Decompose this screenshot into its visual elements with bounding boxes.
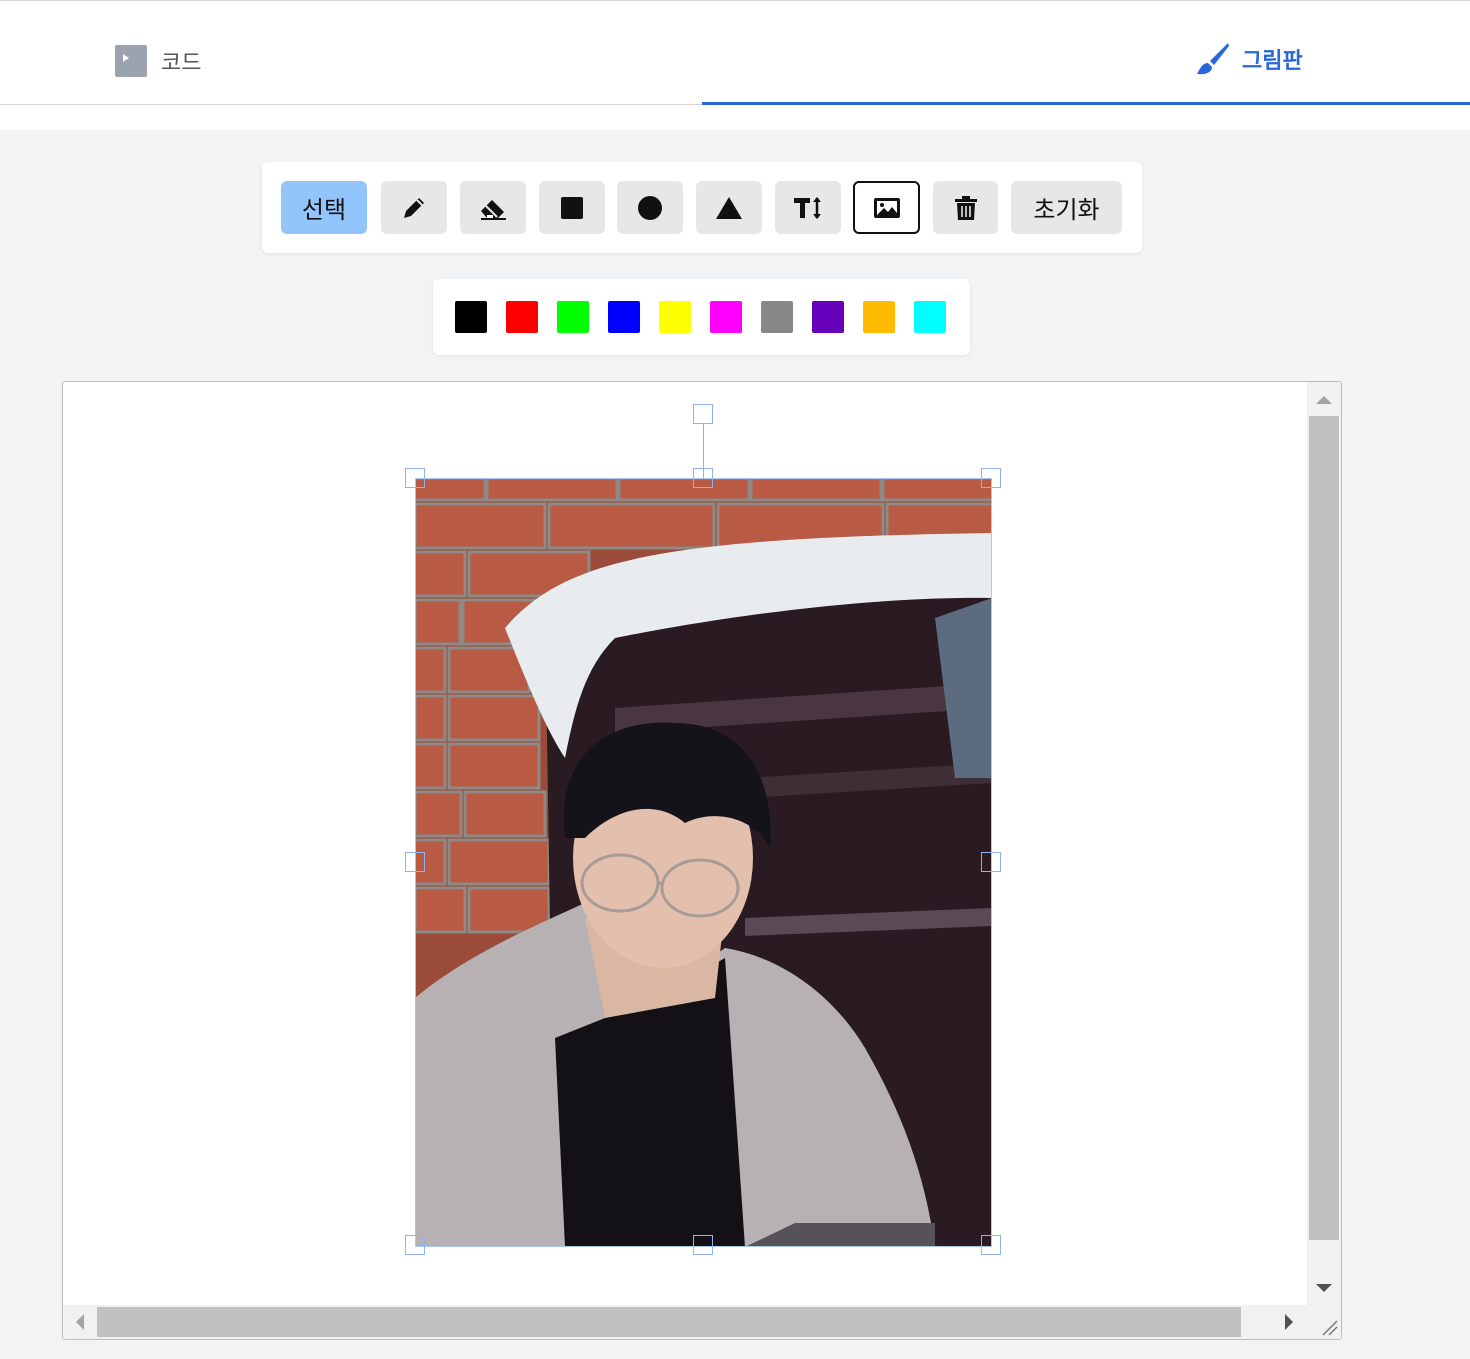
color-swatch[interactable] <box>608 301 640 333</box>
color-swatch[interactable] <box>506 301 538 333</box>
tab-bar: 코드 그림판 <box>0 0 1470 130</box>
resize-grip-icon <box>1322 1320 1338 1336</box>
tab-code-label: 코드 <box>161 51 202 76</box>
circle-tool-button[interactable] <box>617 181 683 234</box>
color-swatch[interactable] <box>761 301 793 333</box>
code-icon <box>115 45 147 77</box>
drawing-canvas[interactable] <box>62 381 1342 1340</box>
pencil-icon <box>404 197 424 218</box>
rectangle-tool-button[interactable] <box>539 181 605 234</box>
color-swatch[interactable] <box>659 301 691 333</box>
color-swatch[interactable] <box>914 301 946 333</box>
scroll-down-icon[interactable] <box>1316 1284 1332 1292</box>
delete-tool-button[interactable] <box>933 181 998 234</box>
drawing-toolbar: 선택 초기화 <box>262 162 1142 253</box>
rotation-handle[interactable] <box>693 404 713 424</box>
vertical-scrollbar[interactable] <box>1307 382 1341 1307</box>
resize-handle-left[interactable] <box>405 852 425 872</box>
color-swatch[interactable] <box>710 301 742 333</box>
paintbrush-icon <box>1197 43 1229 75</box>
photo-image <box>415 478 992 1247</box>
eraser-tool-button[interactable] <box>460 181 526 234</box>
horizontal-scrollbar[interactable] <box>63 1305 1307 1339</box>
resize-handle-top-left[interactable] <box>405 468 425 488</box>
triangle-icon <box>716 196 742 219</box>
text-size-icon <box>794 196 821 219</box>
image-tool-button[interactable] <box>853 181 920 234</box>
color-swatch[interactable] <box>863 301 895 333</box>
tab-draw[interactable]: 그림판 <box>702 1 1470 105</box>
circle-icon <box>638 195 662 220</box>
triangle-tool-button[interactable] <box>696 181 762 234</box>
tab-draw-label: 그림판 <box>1242 49 1303 74</box>
reset-button[interactable]: 초기화 <box>1011 181 1122 234</box>
resize-handle-top[interactable] <box>693 468 713 488</box>
select-tool-button[interactable]: 선택 <box>281 181 367 234</box>
image-icon <box>873 197 900 218</box>
resize-handle-top-right[interactable] <box>981 468 1001 488</box>
scroll-left-icon[interactable] <box>76 1314 84 1330</box>
eraser-icon <box>481 199 506 220</box>
resize-handle-bottom-right[interactable] <box>981 1235 1001 1255</box>
color-swatch[interactable] <box>455 301 487 333</box>
resize-corner[interactable] <box>1307 1305 1341 1339</box>
color-palette <box>433 279 970 355</box>
resize-handle-bottom[interactable] <box>693 1235 713 1255</box>
resize-handle-bottom-left[interactable] <box>405 1235 425 1255</box>
inserted-photo[interactable] <box>415 478 992 1247</box>
trash-icon <box>954 195 977 220</box>
square-icon <box>561 196 583 219</box>
resize-handle-right[interactable] <box>981 852 1001 872</box>
tab-code[interactable]: 코드 <box>0 1 702 105</box>
text-tool-button[interactable] <box>775 181 841 234</box>
scroll-right-icon[interactable] <box>1285 1314 1293 1330</box>
pencil-tool-button[interactable] <box>381 181 447 234</box>
color-swatch[interactable] <box>812 301 844 333</box>
color-swatch[interactable] <box>557 301 589 333</box>
horizontal-scroll-thumb[interactable] <box>97 1307 1241 1337</box>
scroll-up-icon[interactable] <box>1316 396 1332 404</box>
vertical-scroll-thumb[interactable] <box>1309 416 1339 1240</box>
